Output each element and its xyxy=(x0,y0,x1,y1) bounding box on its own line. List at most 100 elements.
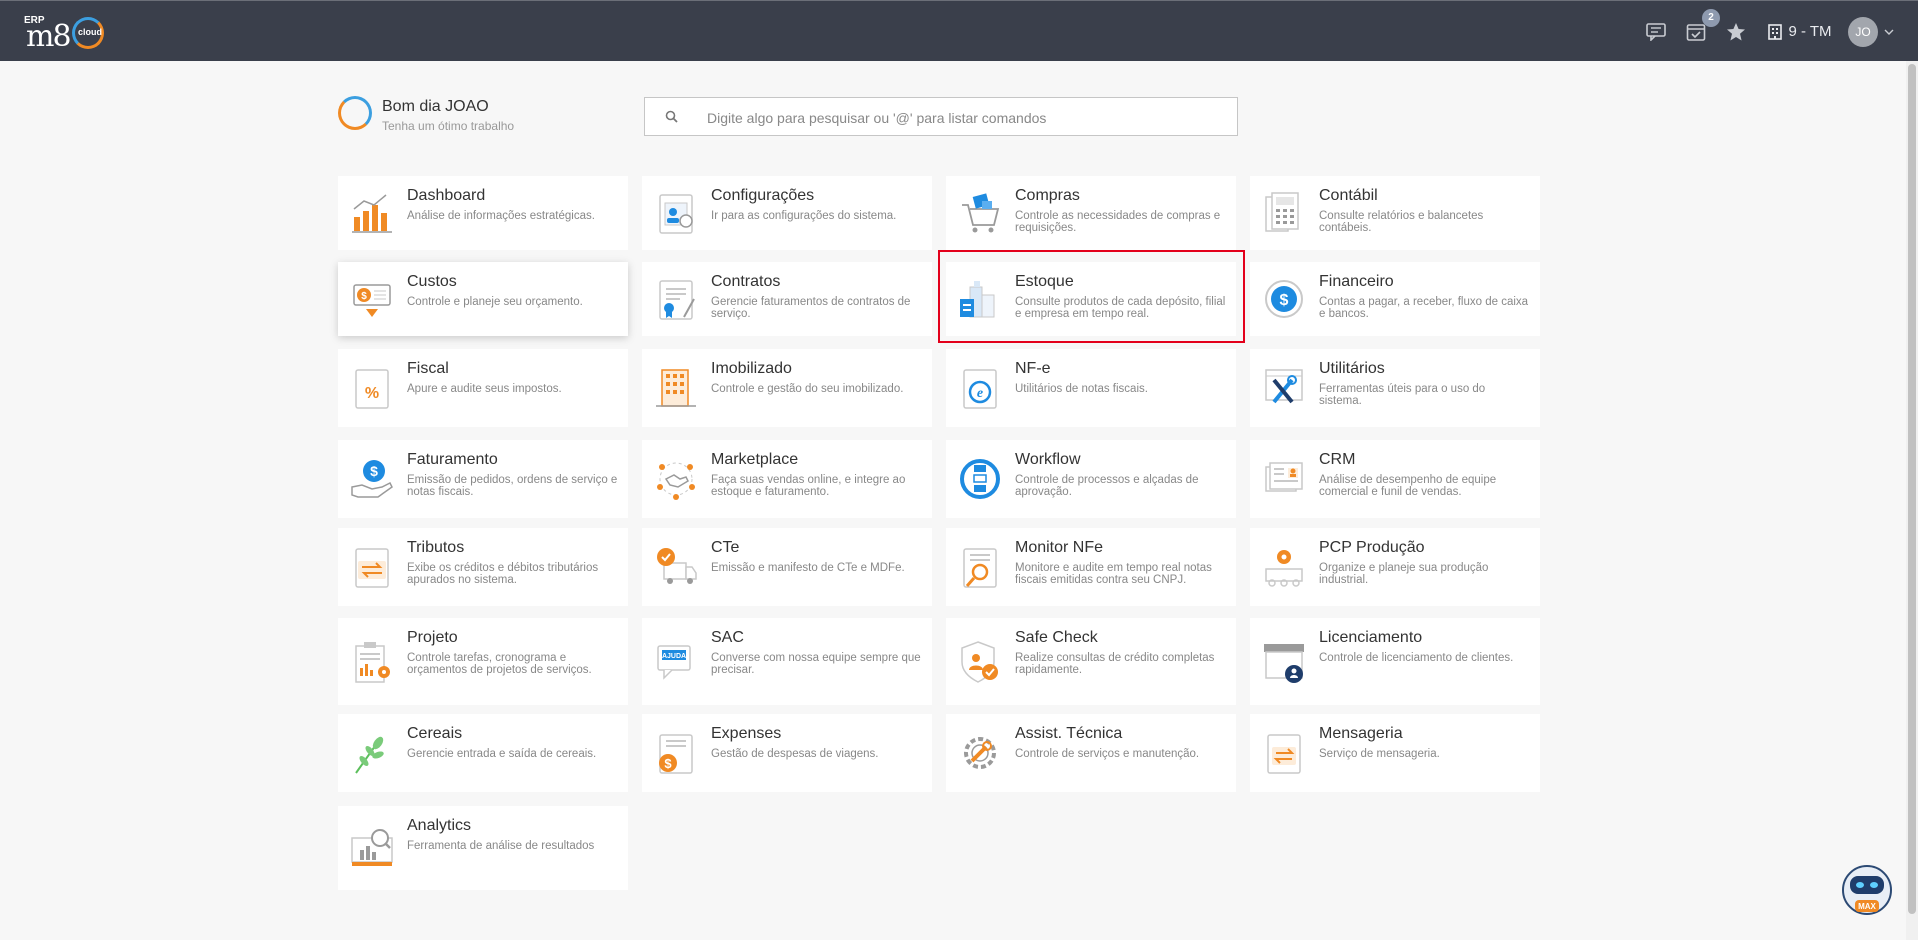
module-card-custos[interactable]: $ Custos Controle e planeje seu orçamento. xyxy=(338,262,628,336)
module-title: Tributos xyxy=(407,539,465,556)
crm-card-icon xyxy=(1262,457,1306,501)
analytics-monitor-icon xyxy=(350,826,394,870)
module-card-monitor-nfe[interactable]: Monitor NFe Monitore e audite em tempo re… xyxy=(946,528,1236,606)
module-description: Utilitários de notas fiscais. xyxy=(1015,383,1148,395)
module-description: Faça suas vendas online, e integre ao es… xyxy=(711,474,906,498)
module-description: Converse com nossa equipe sempre que pre… xyxy=(711,652,921,676)
greeting-subtitle: Tenha um ótimo trabalho xyxy=(382,119,515,133)
svg-text:%: % xyxy=(365,385,379,402)
module-title: Financeiro xyxy=(1319,273,1394,290)
module-card-pcp-producao[interactable]: PCP Produção Organize e planeje sua produ… xyxy=(1250,528,1540,606)
module-description: Análise de desempenho de equipe comercia… xyxy=(1319,474,1497,498)
module-description: Gestão de despesas de viagens. xyxy=(711,748,879,760)
star-favorites-icon[interactable] xyxy=(1724,1,1748,62)
module-title: Contratos xyxy=(711,273,781,290)
module-card-configuracoes[interactable]: Configurações Ir para as configurações do… xyxy=(642,176,932,250)
greeting-logo-icon xyxy=(338,96,372,130)
module-title: Licenciamento xyxy=(1319,629,1423,646)
module-card-tributos[interactable]: Tributos Exibe os créditos e débitos trib… xyxy=(338,528,628,606)
module-title: Dashboard xyxy=(407,187,486,204)
scrollbar-thumb[interactable] xyxy=(1908,64,1916,914)
module-card-fiscal[interactable]: % Fiscal Apure e audite seus impostos. xyxy=(338,349,628,427)
module-card-licenciamento[interactable]: Licenciamento Controle de licenciamento d… xyxy=(1250,618,1540,705)
module-title: NF-e xyxy=(1015,360,1051,377)
magnifier-document-icon xyxy=(958,545,1002,589)
billing-hand-icon: $ xyxy=(350,457,394,501)
m8-cloud-logo[interactable]: ERP m8 cloud xyxy=(22,13,114,54)
production-gear-icon xyxy=(1262,545,1306,589)
module-card-cte[interactable]: CTe Emissão e manifesto de CTe e MDFe. xyxy=(642,528,932,606)
top-bar: ERP m8 cloud 2 9 - TM JO xyxy=(0,0,1918,61)
module-title: CRM xyxy=(1319,451,1356,468)
module-card-compras[interactable]: Compras Controle as necessidades de compr… xyxy=(946,176,1236,250)
user-menu[interactable]: JO xyxy=(1846,1,1896,62)
module-card-estoque[interactable]: Estoque Consulte produtos de cada depósit… xyxy=(946,262,1236,336)
module-card-expenses[interactable]: $ Expenses Gestão de despesas de viagens. xyxy=(642,714,932,792)
module-card-safe-check[interactable]: Safe Check Realize consultas de crédito c… xyxy=(946,618,1236,705)
module-title: Fiscal xyxy=(407,360,449,377)
module-card-faturamento[interactable]: $ Faturamento Emissão de pedidos, ordens d… xyxy=(338,440,628,518)
notification-badge: 2 xyxy=(1702,9,1720,27)
module-description: Emissão de pedidos, ordens de serviço e … xyxy=(407,474,618,498)
module-title: Analytics xyxy=(407,817,472,834)
module-card-assist-tecnica[interactable]: Assist. Técnica Controle de serviços e ma… xyxy=(946,714,1236,792)
module-title: Configurações xyxy=(711,187,815,204)
module-card-utilitarios[interactable]: Utilitários Ferramentas úteis para o uso … xyxy=(1250,349,1540,427)
license-store-icon xyxy=(1262,640,1306,684)
module-title: Faturamento xyxy=(407,451,498,468)
logo-m8-text: m8 xyxy=(26,19,72,54)
module-description: Serviço de mensageria. xyxy=(1319,748,1440,760)
module-card-sac[interactable]: AJUDA SAC Converse com nossa equipe sempre… xyxy=(642,618,932,705)
module-description: Controle de serviços e manutenção. xyxy=(1015,748,1200,760)
wheat-icon xyxy=(350,731,394,775)
chat-icon[interactable] xyxy=(1644,1,1668,62)
module-description: Gerencie faturamentos de contratos de se… xyxy=(711,296,911,320)
module-description: Exibe os créditos e débitos tributários … xyxy=(407,562,599,586)
svg-text:$: $ xyxy=(370,463,378,479)
greeting-title: Bom dia JOAO xyxy=(382,98,489,115)
percent-document-icon: % xyxy=(350,366,394,410)
module-title: Monitor NFe xyxy=(1015,539,1104,556)
module-card-crm[interactable]: CRM Análise de desempenho de equipe comer… xyxy=(1250,440,1540,518)
dollar-coin-icon: $ xyxy=(1262,277,1306,321)
messaging-icon xyxy=(1262,731,1306,775)
module-card-mensageria[interactable]: Mensageria Serviço de mensageria. xyxy=(1250,714,1540,792)
module-title: Assist. Técnica xyxy=(1015,725,1123,742)
module-title: Imobilizado xyxy=(711,360,792,377)
calculator-icon xyxy=(1262,191,1306,235)
module-card-projeto[interactable]: Projeto Controle tarefas, cronograma e or… xyxy=(338,618,628,705)
module-description: Consulte produtos de cada depósito, fili… xyxy=(1015,296,1226,320)
module-card-analytics[interactable]: Analytics Ferramenta de análise de result… xyxy=(338,806,628,890)
module-description: Controle tarefas, cronograma e orçamento… xyxy=(407,652,592,676)
module-description: Consulte relatórios e balancetes contábe… xyxy=(1319,210,1484,234)
module-title: Projeto xyxy=(407,629,458,646)
module-description: Ferramentas úteis para o uso do sistema. xyxy=(1319,383,1486,407)
module-title: Workflow xyxy=(1015,451,1081,468)
module-card-marketplace[interactable]: Marketplace Faça suas vendas online, e in… xyxy=(642,440,932,518)
svg-text:e: e xyxy=(977,386,983,401)
module-description: Contas a pagar, a receber, fluxo de caix… xyxy=(1319,296,1529,320)
module-title: Compras xyxy=(1015,187,1080,204)
module-card-dashboard[interactable]: Dashboard Análise de informações estratég… xyxy=(338,176,628,250)
module-card-contabil[interactable]: Contábil Consulte relatórios e balancetes… xyxy=(1250,176,1540,250)
building-icon xyxy=(654,366,698,410)
e-document-icon: e xyxy=(958,366,1002,410)
search-input[interactable] xyxy=(705,106,1209,130)
module-card-financeiro[interactable]: $ Financeiro Contas a pagar, a receber, fl… xyxy=(1250,262,1540,336)
module-description: Ir para as configurações do sistema. xyxy=(711,210,897,222)
module-card-workflow[interactable]: Workflow Controle de processos e alçadas … xyxy=(946,440,1236,518)
command-search[interactable] xyxy=(644,97,1238,136)
module-card-nf-e[interactable]: e NF-e Utilitários de notas fiscais. xyxy=(946,349,1236,427)
company-selector[interactable]: 9 - TM xyxy=(1768,1,1832,62)
module-title: Custos xyxy=(407,273,457,290)
module-card-imobilizado[interactable]: Imobilizado Controle e gestão do seu imob… xyxy=(642,349,932,427)
module-card-contratos[interactable]: Contratos Gerencie faturamentos de contra… xyxy=(642,262,932,336)
shield-check-icon xyxy=(958,640,1002,684)
settings-profile-icon xyxy=(654,191,698,235)
module-title: CTe xyxy=(711,539,740,556)
svg-text:$: $ xyxy=(361,291,367,302)
max-assistant-robot-icon[interactable]: MAX xyxy=(1838,862,1896,920)
module-title: Contábil xyxy=(1319,187,1378,204)
module-description: Emissão e manifesto de CTe e MDFe. xyxy=(711,562,905,574)
module-card-cereais[interactable]: Cereais Gerencie entrada e saída de cerea… xyxy=(338,714,628,792)
